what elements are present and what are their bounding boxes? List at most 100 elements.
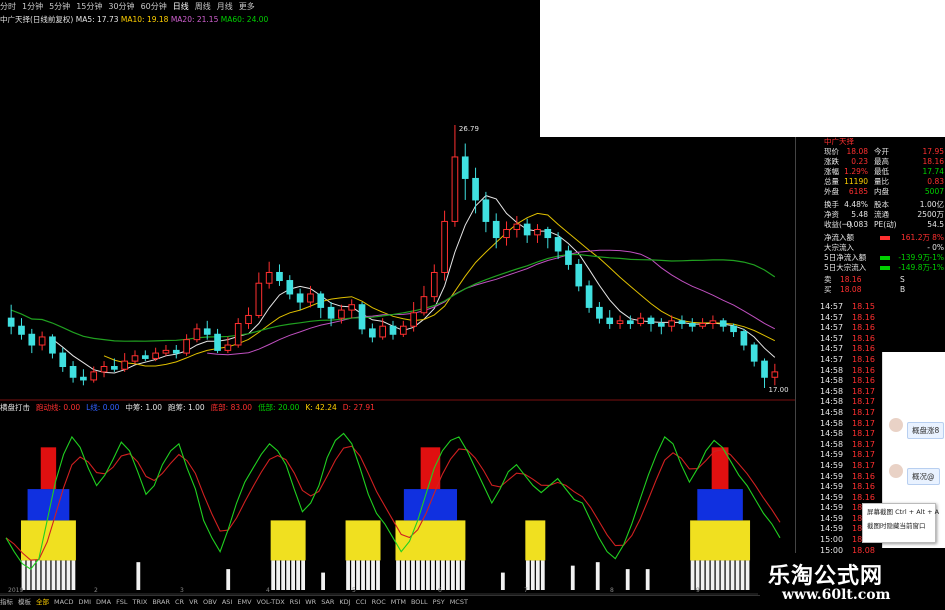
- indicator-tab[interactable]: SAR: [321, 598, 334, 606]
- indicator-tab[interactable]: KDJ: [339, 598, 350, 606]
- trade-price: 18.16: [852, 482, 875, 492]
- candle-body: [296, 293, 304, 303]
- trade-price: 18.17: [852, 386, 875, 396]
- quote-value: 1.29%: [844, 167, 868, 176]
- indicator-tab[interactable]: ASI: [222, 598, 233, 606]
- kline-chart[interactable]: 26.0025.0024.0023.0022.0021.0020.0019.00…: [0, 0, 795, 595]
- signal-bar-white: [51, 560, 56, 590]
- stat-value: 2500万: [917, 210, 944, 219]
- trade-time: 14:58: [820, 397, 844, 407]
- watermark-title: 乐淘公式网: [768, 563, 884, 589]
- indicator-tab[interactable]: CR: [175, 598, 184, 606]
- indicator-tab[interactable]: PSY: [433, 598, 445, 606]
- signal-bar-blue: [403, 489, 458, 521]
- trade-time: 14:59: [820, 503, 844, 513]
- signal-bar-white: [720, 560, 725, 590]
- candle-body: [606, 317, 614, 325]
- quote-value: 11190: [844, 177, 868, 186]
- signal-bar-white: [730, 560, 735, 590]
- candle-body: [358, 304, 366, 330]
- candle-body: [534, 228, 541, 236]
- chat-message-1[interactable]: 概盘涨8: [907, 422, 945, 439]
- trade-row: 14:59 18.17: [820, 450, 882, 461]
- signal-bar-white: [26, 560, 31, 590]
- indicator-tab[interactable]: MCST: [450, 598, 468, 606]
- candle-body: [69, 366, 77, 378]
- indicator-tab[interactable]: DMA: [96, 598, 111, 606]
- trade-time: 14:57: [820, 344, 844, 354]
- quote-label: 最低: [874, 167, 889, 176]
- watermark: 乐淘公式网 www.60lt.com: [758, 553, 945, 609]
- x-tick-label: 3: [180, 587, 184, 594]
- signal-bar-white: [740, 560, 745, 590]
- indicator-tab[interactable]: RSI: [290, 598, 301, 606]
- candle-body: [554, 237, 562, 252]
- trade-row: 14:58 18.17: [820, 387, 882, 398]
- indicator-tab[interactable]: 指标: [0, 598, 13, 606]
- indicator-tab[interactable]: VR: [189, 598, 198, 606]
- signal-bar-white: [725, 560, 730, 590]
- indicator-tab[interactable]: EMV: [237, 598, 251, 606]
- indicator-tab[interactable]: ROC: [372, 598, 386, 606]
- stock-name: 中广天择: [824, 137, 854, 146]
- candle-body: [399, 325, 407, 335]
- candle-body: [59, 352, 67, 368]
- signal-bar-white: [411, 560, 415, 590]
- trade-time: 14:57: [820, 302, 844, 311]
- indicator-tab[interactable]: MTM: [391, 598, 406, 606]
- trade-time: 14:57: [820, 312, 844, 322]
- quote-row: 总量 11190 量比 0.83: [796, 177, 945, 187]
- context-menu[interactable]: 屏幕截图 Ctrl + Alt + A 截图时隐藏当前窗口: [862, 503, 939, 543]
- candle-body: [544, 228, 552, 239]
- signal-bar-white: [356, 560, 360, 590]
- candle-body: [141, 355, 149, 359]
- trade-row: 14:58 18.16: [820, 366, 882, 377]
- signal-bar-yellow: [20, 520, 76, 561]
- indicator-value: 跑动线: 0.00: [36, 403, 81, 412]
- indicator-tab[interactable]: DMI: [78, 598, 91, 606]
- quote-value: 17.95: [922, 147, 944, 156]
- indicator-tab[interactable]: CCI: [356, 598, 367, 606]
- trade-time: 14:57: [820, 333, 844, 343]
- ma20-line: [207, 249, 776, 356]
- candle-body: [7, 317, 15, 327]
- candle-body: [410, 312, 417, 327]
- indicator-tab[interactable]: 模板: [18, 598, 31, 606]
- quote-value: 5007: [924, 187, 944, 196]
- indicator-tab[interactable]: VOL-TDX: [257, 598, 285, 606]
- watermark-url: www.60lt.com: [782, 587, 891, 603]
- trade-price: 18.16: [852, 333, 875, 343]
- indicator-tab[interactable]: MACD: [54, 598, 73, 606]
- trade-row: 14:57 18.16: [820, 355, 882, 366]
- candle-body: [245, 314, 252, 325]
- indicator-tab[interactable]: WR: [305, 598, 316, 606]
- trade-time: 14:58: [820, 418, 844, 428]
- indicator-tab[interactable]: BRAR: [152, 598, 170, 606]
- quote-row: 涨幅 1.29% 最低 17.74: [796, 167, 945, 177]
- trade-price: 18.16: [852, 492, 875, 502]
- indicator-tab[interactable]: TRIX: [132, 598, 147, 606]
- stat-value: 1.00亿: [919, 200, 944, 209]
- trade-price: 18.16: [852, 365, 875, 375]
- signal-bar-white: [401, 560, 405, 590]
- candle-body: [80, 376, 87, 381]
- trade-price: 18.17: [852, 397, 875, 407]
- signal-bar-white: [525, 560, 530, 590]
- indicator-tab[interactable]: FSL: [116, 598, 127, 606]
- trade-price: 18.17: [852, 450, 875, 460]
- indicator-tab[interactable]: BOLL: [411, 598, 428, 606]
- x-tick-label: 6: [438, 587, 442, 594]
- menu-item-hide-window[interactable]: 截图时隐藏当前窗口: [863, 518, 935, 532]
- signal-bar-white: [366, 560, 370, 590]
- candle-body: [203, 328, 211, 335]
- quote-label: 涨跌: [824, 157, 839, 166]
- tick-trades-list: 14:57 18.15 14:57 18.16 14:57 18.16 14:57 18.16…: [820, 302, 882, 588]
- trade-time: 14:58: [820, 376, 844, 386]
- signal-bar-white: [396, 560, 400, 590]
- candle-body: [90, 371, 98, 381]
- menu-item-screenshot[interactable]: 屏幕截图 Ctrl + Alt + A: [863, 504, 939, 518]
- indicator-tab[interactable]: 全部: [36, 598, 49, 606]
- indicator-tab[interactable]: OBV: [203, 598, 217, 606]
- candle-body: [172, 349, 180, 354]
- chat-message-2[interactable]: 概况@: [907, 468, 940, 485]
